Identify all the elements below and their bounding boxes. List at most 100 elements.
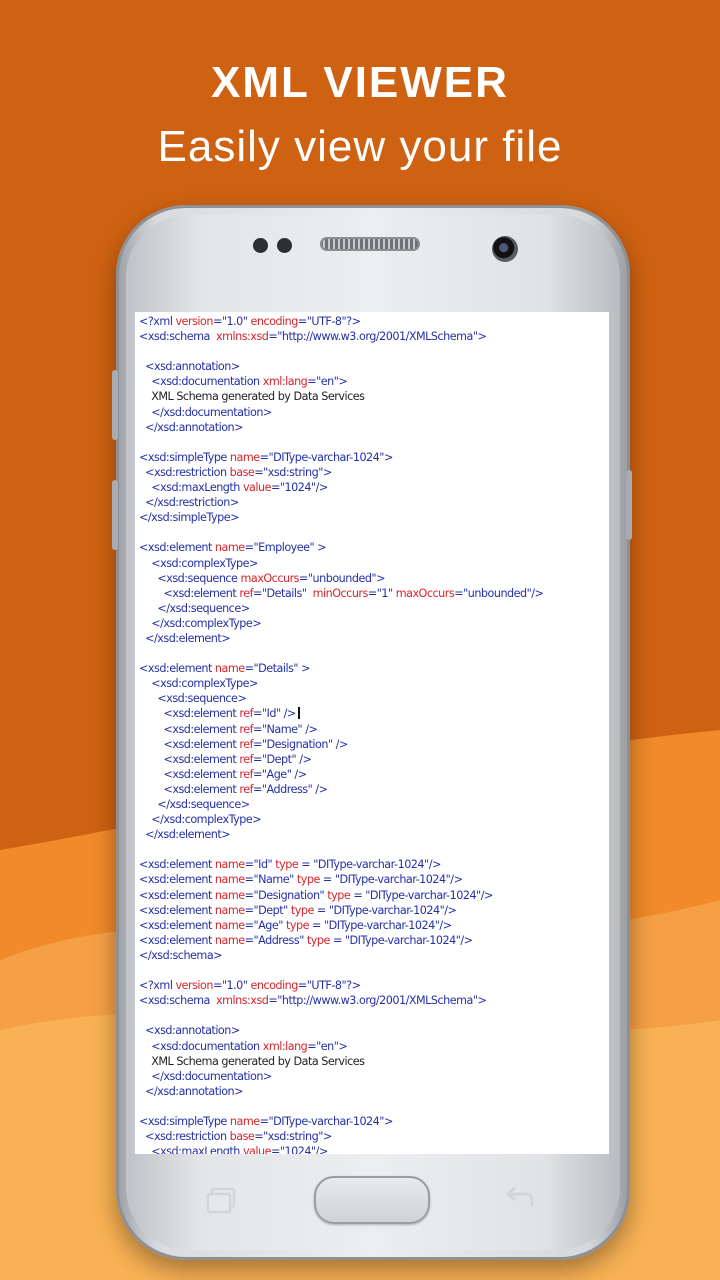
xml-tag: </xsd:annotation>: [139, 420, 244, 434]
xml-tag: </xsd:complexType>: [139, 616, 262, 630]
xml-attribute: name: [214, 903, 245, 917]
code-line: <xsd:element name="Details" >: [139, 661, 543, 676]
xml-attribute: name: [229, 450, 260, 464]
code-line: <xsd:complexType>: [139, 676, 543, 691]
banner-title: XML VIEWER: [211, 58, 509, 107]
xml-attribute: version: [175, 979, 214, 993]
xml-attribute: maxOccurs: [395, 586, 455, 600]
xml-tag: <xsd:simpleType: [139, 450, 230, 464]
xml-value: ="UTF-8"?>: [297, 979, 361, 993]
code-line: <xsd:documentation xml:lang="en">: [139, 374, 543, 389]
xml-value: ="unbounded"/>: [454, 586, 544, 600]
xml-attribute: encoding: [250, 979, 299, 993]
xml-value: ="Address": [244, 933, 307, 947]
xml-value: = "DIType-varchar-1024"/>: [313, 903, 457, 917]
xml-value: ="Designation": [244, 888, 328, 902]
xml-code-view[interactable]: <?xml version="1.0" encoding="UTF-8"?> <x…: [139, 314, 544, 1154]
code-line: <xsd:annotation>: [139, 359, 543, 374]
xml-value: = "DIType-varchar-1024"/>: [329, 933, 473, 947]
xml-tag: </xsd:complexType>: [139, 813, 262, 827]
xml-tag: <xsd:documentation: [139, 1039, 263, 1053]
xml-tag: <xsd:maxLength: [139, 1145, 243, 1154]
xml-tag: </xsd:element>: [139, 631, 231, 645]
code-line: <xsd:element ref="Name" />: [139, 722, 543, 737]
xml-tag: </xsd:simpleType>: [139, 511, 239, 525]
xml-tag: <xsd:maxLength: [139, 481, 243, 495]
back-icon[interactable]: [502, 1186, 538, 1214]
code-line: <xsd:maxLength value="1024"/>: [139, 1144, 543, 1154]
code-line: <xsd:element ref="Address" />: [139, 782, 543, 797]
xml-text: XML Schema generated by Data Services: [139, 1054, 365, 1068]
xml-tag: <xsd:documentation: [139, 375, 263, 389]
xml-tag: <xsd:element: [139, 888, 215, 902]
xml-tag: </xsd:documentation>: [139, 405, 272, 419]
xml-value: ="en">: [307, 1039, 348, 1053]
code-line: <xsd:maxLength value="1024"/>: [139, 480, 543, 495]
xml-tag: <xsd:annotation>: [139, 1024, 240, 1038]
code-line: <xsd:element name="Name" type = "DIType-…: [139, 872, 543, 887]
xml-value: ="xsd:string">: [254, 465, 332, 479]
xml-attribute: ref: [239, 767, 254, 781]
xml-attribute: value: [242, 481, 272, 495]
code-line: </xsd:annotation>: [139, 420, 543, 435]
xml-value: ="Id" />: [253, 707, 296, 721]
xml-tag: <xsd:element: [139, 722, 240, 736]
xml-attribute: minOccurs: [312, 586, 369, 600]
home-button[interactable]: [314, 1176, 430, 1224]
code-line: <xsd:complexType>: [139, 556, 543, 571]
xml-tag: </xsd:annotation>: [139, 1084, 244, 1098]
xml-value: ="DIType-varchar-1024">: [259, 1114, 394, 1128]
xml-attribute: name: [214, 918, 245, 932]
xml-value: ="Designation" />: [253, 737, 348, 751]
xml-tag: <xsd:element: [139, 737, 240, 751]
code-line: </xsd:complexType>: [139, 616, 543, 631]
xml-value: ="1.0": [212, 979, 251, 993]
code-line: </xsd:sequence>: [139, 797, 543, 812]
sensor-dot: [253, 238, 268, 253]
xml-attribute: encoding: [250, 315, 299, 328]
xml-attribute: type: [290, 903, 315, 917]
xml-tag: </xsd:schema>: [139, 948, 223, 962]
xml-attribute: name: [229, 1114, 260, 1128]
code-line: <xsd:element name="Designation" type = "…: [139, 888, 543, 903]
xml-attribute: type: [275, 858, 299, 872]
xml-attribute: version: [175, 315, 214, 328]
xml-attribute: name: [214, 933, 245, 947]
xml-value: ="Name": [244, 873, 297, 887]
xml-tag: </xsd:documentation>: [139, 1069, 272, 1083]
xml-value: ="http://www.w3.org/2001/XMLSchema">: [268, 330, 487, 344]
xml-attribute: ref: [239, 722, 254, 736]
xml-value: ="UTF-8"?>: [297, 315, 361, 328]
code-line: XML Schema generated by Data Services: [139, 389, 543, 404]
xml-value: ="Dept": [244, 903, 291, 917]
code-line: XML Schema generated by Data Services: [139, 1054, 543, 1069]
xml-value: ="DIType-varchar-1024">: [259, 450, 394, 464]
code-line: <xsd:element name="Address" type = "DITy…: [139, 933, 543, 948]
code-line: <?xml version="1.0" encoding="UTF-8"?>: [139, 314, 543, 329]
xml-value: ="Employee" >: [244, 541, 327, 555]
xml-tag: <xsd:annotation>: [139, 360, 240, 374]
xml-value: ="http://www.w3.org/2001/XMLSchema">: [268, 994, 487, 1008]
xml-tag: </xsd:sequence>: [139, 601, 250, 615]
camera-icon: [492, 236, 518, 262]
xml-tag: <xsd:schema: [139, 330, 217, 344]
code-line: </xsd:documentation>: [139, 1069, 543, 1084]
code-line: </xsd:restriction>: [139, 495, 543, 510]
code-line: <xsd:sequence maxOccurs="unbounded">: [139, 571, 543, 586]
xml-tag: </xsd:sequence>: [139, 798, 250, 811]
xml-viewer-screen[interactable]: <?xml version="1.0" encoding="UTF-8"?> <x…: [135, 312, 609, 1154]
xml-tag: <xsd:complexType>: [139, 556, 258, 570]
code-line: <?xml version="1.0" encoding="UTF-8"?>: [139, 978, 543, 993]
xml-text: XML Schema generated by Data Services: [139, 390, 365, 404]
xml-tag: <xsd:schema: [139, 994, 217, 1008]
xml-value: ="1": [367, 586, 396, 600]
xml-attribute: name: [214, 541, 245, 555]
xml-attribute: type: [296, 873, 321, 887]
code-line: <xsd:element name="Id" type = "DIType-va…: [139, 857, 543, 872]
recent-apps-icon[interactable]: [204, 1186, 240, 1214]
